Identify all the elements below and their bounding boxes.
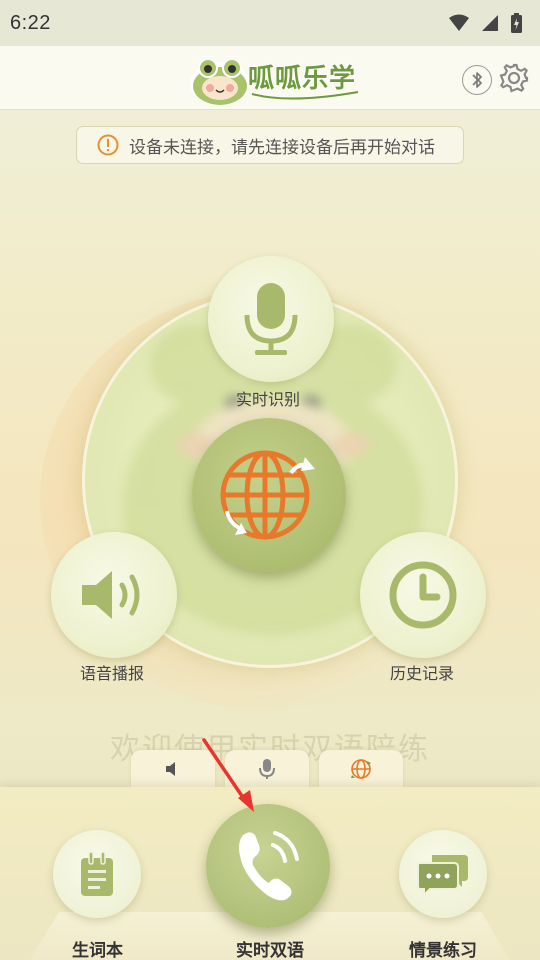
globe-icon: [351, 759, 371, 779]
logo-text: 呱呱乐学: [248, 64, 357, 94]
bluetooth-button[interactable]: [462, 65, 492, 95]
bluetooth-icon: [472, 72, 482, 88]
globe-icon: [220, 450, 315, 540]
history-label: 历史记录: [390, 664, 455, 683]
realtime-bilingual-button[interactable]: [206, 804, 330, 928]
voice-broadcast-button[interactable]: [51, 532, 177, 658]
history-button[interactable]: [360, 532, 486, 658]
scenario-practice-button[interactable]: [399, 830, 487, 918]
battery-icon: [511, 13, 522, 33]
status-bar: 6:22: [0, 0, 540, 46]
mini-tabs: [131, 750, 403, 788]
scenario-practice-label: 情景练习: [409, 941, 477, 960]
status-time: 6:22: [10, 11, 51, 34]
notebook-icon: [81, 851, 113, 896]
microphone-icon: [244, 283, 298, 355]
speaker-icon: [166, 762, 175, 776]
red-arrow-annotation: [202, 738, 254, 812]
realtime-recognition-button[interactable]: [208, 256, 334, 382]
notice-text: 设备未连接，请先连接设备后再开始对话: [129, 137, 435, 158]
signal-icon: [482, 15, 498, 31]
wifi-icon: [449, 14, 469, 31]
mini-tab-globe[interactable]: [319, 750, 403, 788]
app-header: 呱呱乐学: [0, 46, 540, 110]
voice-broadcast-label: 语音播报: [80, 664, 145, 683]
gear-icon[interactable]: [498, 62, 530, 94]
chat-icon: [417, 855, 468, 897]
vocabulary-button[interactable]: [53, 830, 141, 918]
info-icon: [97, 134, 119, 156]
realtime-bilingual-label: 实时双语: [236, 941, 304, 960]
phone-icon: [239, 831, 299, 901]
translate-globe-button[interactable]: [192, 418, 346, 572]
speaker-icon: [82, 571, 140, 619]
vocabulary-label: 生词本: [72, 941, 123, 960]
clock-icon: [389, 561, 457, 629]
realtime-recognition-label: 实时识别: [236, 390, 301, 409]
status-icons: [449, 13, 522, 33]
connection-notice: 设备未连接，请先连接设备后再开始对话: [76, 126, 464, 164]
